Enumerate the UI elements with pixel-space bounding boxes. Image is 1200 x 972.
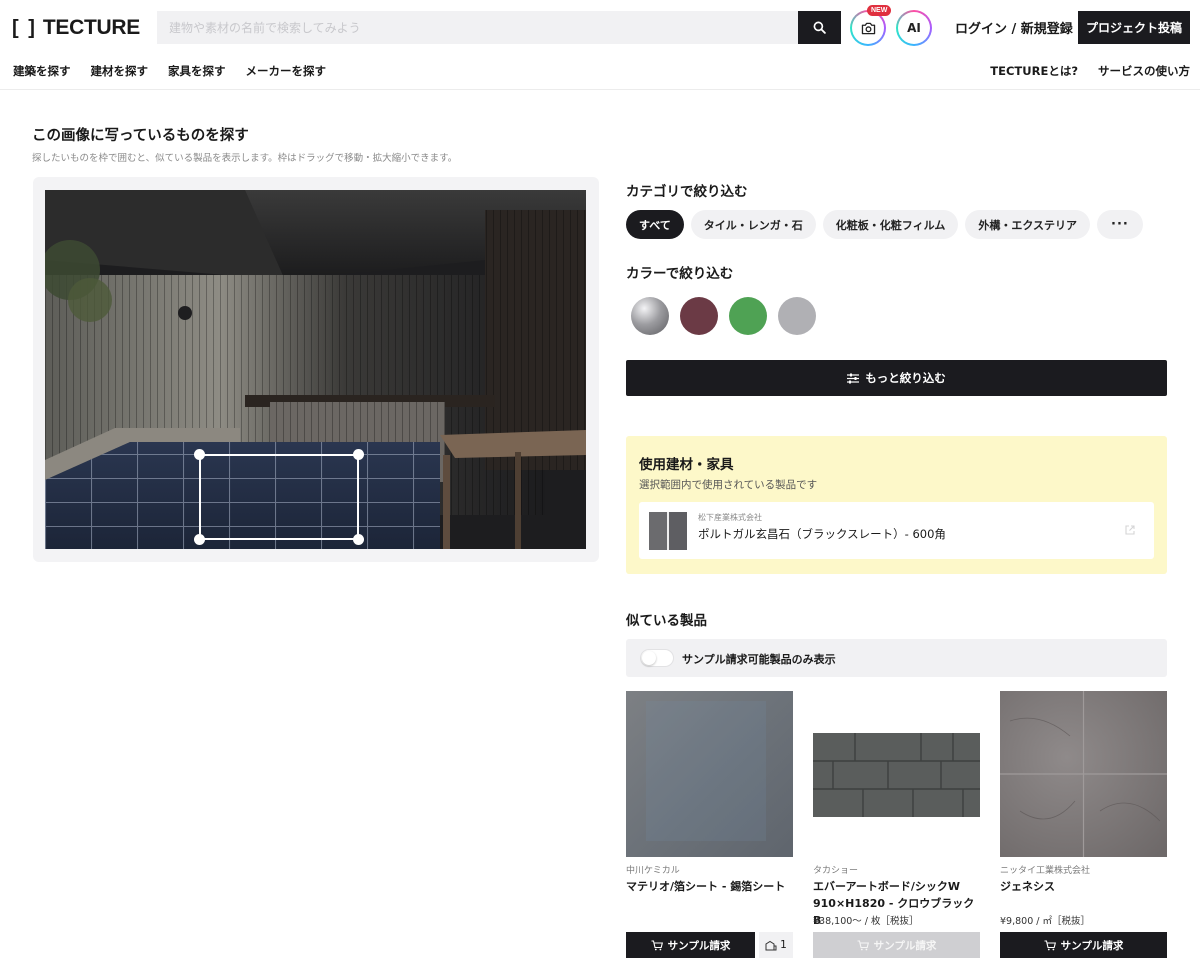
used-materials-panel: 使用建材・家具 選択範囲内で使用されている製品です 松下産業株式会社 ポルトガル… [626, 436, 1167, 574]
nav-about[interactable]: TECTUREとは? [990, 63, 1078, 79]
sample-request-label: サンプル請求 [667, 939, 731, 952]
swatch-green[interactable] [729, 297, 767, 335]
filter-sliders-icon [847, 373, 860, 383]
product-price: ¥9,800 / ㎡［税抜］ [1000, 916, 1090, 927]
resize-handle-bottom-right[interactable] [353, 534, 364, 545]
page-title: この画像に写っているものを探す [32, 128, 249, 144]
used-material-maker: 松下産業株式会社 [698, 513, 762, 522]
product-maker: ニッタイ工業株式会社 [1000, 866, 1091, 876]
sample-request-button[interactable]: サンプル請求 [1000, 932, 1167, 958]
sample-only-toggle[interactable] [640, 649, 674, 667]
used-materials-title: 使用建材・家具 [639, 457, 734, 473]
nav-search-furniture[interactable]: 家具を探す [168, 63, 226, 79]
primary-nav: 建築を探す 建材を探す 家具を探す メーカーを探す [13, 63, 326, 79]
used-material-item[interactable]: 松下産業株式会社 ポルトガル玄昌石（ブラックスレート）- 600角 [639, 502, 1154, 559]
camera-icon [861, 22, 875, 34]
cart-icon [1044, 939, 1056, 950]
search-button[interactable] [798, 11, 841, 44]
product-name: ジェネシス [1000, 880, 1055, 893]
building-icon [765, 940, 777, 950]
used-materials-subtitle: 選択範囲内で使用されている製品です [639, 479, 818, 491]
nav-how-to-use[interactable]: サービスの使い方 [1098, 63, 1190, 79]
selection-frame[interactable] [194, 449, 364, 545]
used-material-thumbnail [649, 512, 687, 550]
resize-handle-top-right[interactable] [353, 449, 364, 460]
sample-request-label: サンプル請求 [873, 939, 937, 952]
color-swatches [631, 297, 816, 335]
resize-handle-top-left[interactable] [194, 449, 205, 460]
saved-count-button[interactable]: 1 [759, 932, 793, 958]
ai-search-button[interactable]: AI [896, 10, 932, 46]
toggle-knob [642, 651, 656, 665]
cart-icon [857, 939, 869, 950]
category-filter-title: カテゴリで絞り込む [626, 184, 748, 200]
image-panel [33, 177, 599, 562]
swatch-burgundy[interactable] [680, 297, 718, 335]
sample-only-label: サンプル請求可能製品のみ表示 [682, 653, 836, 666]
product-price: ¥38,100〜 / 枚［税抜］ [813, 916, 919, 927]
product-image [813, 691, 980, 857]
chip-more-button[interactable]: ··· [1097, 210, 1143, 239]
similar-products-title: 似ている製品 [626, 613, 707, 629]
more-filter-button[interactable]: もっと絞り込む [626, 360, 1167, 396]
category-chips: すべて タイル・レンガ・石 化粧板・化粧フィルム 外構・エクステリア ··· [626, 210, 1143, 239]
logo-bracket-icon: [ ] [12, 16, 37, 39]
search-bar [157, 11, 841, 44]
sample-filter-row: サンプル請求可能製品のみ表示 [626, 639, 1167, 677]
product-image [626, 691, 793, 857]
page-description: 探したいものを枠で囲むと、似ている製品を表示します。枠はドラッグで移動・拡大縮小… [32, 153, 458, 164]
chip-tile-brick-stone[interactable]: タイル・レンガ・石 [690, 210, 816, 239]
chip-all[interactable]: すべて [626, 210, 684, 239]
scene-photo[interactable] [45, 190, 586, 549]
post-project-button[interactable]: プロジェクト投稿 [1078, 11, 1190, 44]
nav-search-materials[interactable]: 建材を探す [91, 63, 149, 79]
chip-decorative-panel-film[interactable]: 化粧板・化粧フィルム [822, 210, 959, 239]
login-register-link[interactable]: ログイン / 新規登録 [955, 18, 1073, 37]
used-material-name: ポルトガル玄昌石（ブラックスレート）- 600角 [698, 527, 946, 541]
chip-exterior[interactable]: 外構・エクステリア [965, 210, 1091, 239]
logo-text: TECTURE [42, 16, 140, 39]
swatch-silver[interactable] [631, 297, 669, 335]
resize-handle-bottom-left[interactable] [194, 534, 205, 545]
external-link-icon[interactable] [1124, 524, 1136, 536]
more-filter-label: もっと絞り込む [865, 371, 946, 385]
search-icon [813, 21, 826, 34]
product-image [1000, 691, 1167, 857]
site-header: [ ] TECTURE NEW AI ログイン / 新規登録 プロジェクト投稿 … [0, 0, 1200, 90]
new-badge: NEW [867, 5, 892, 16]
product-name: マテリオ/箔シート - 錫箔シート [626, 880, 786, 893]
search-input[interactable] [157, 11, 798, 44]
cart-icon [651, 939, 663, 950]
product-maker: 中川ケミカル [626, 866, 680, 876]
ai-label: AI [898, 12, 930, 44]
nav-search-makers[interactable]: メーカーを探す [246, 63, 327, 79]
secondary-nav: TECTUREとは? サービスの使い方 [990, 63, 1190, 79]
product-maker: タカショー [813, 866, 859, 876]
nav-search-architecture[interactable]: 建築を探す [13, 63, 71, 79]
sample-request-button[interactable]: サンプル請求 [626, 932, 755, 958]
sample-request-label: サンプル請求 [1060, 939, 1124, 952]
color-filter-title: カラーで絞り込む [626, 266, 734, 282]
sample-request-button-disabled: サンプル請求 [813, 932, 980, 958]
saved-count: 1 [780, 939, 787, 951]
swatch-gray[interactable] [778, 297, 816, 335]
site-logo[interactable]: [ ] TECTURE [12, 14, 140, 42]
